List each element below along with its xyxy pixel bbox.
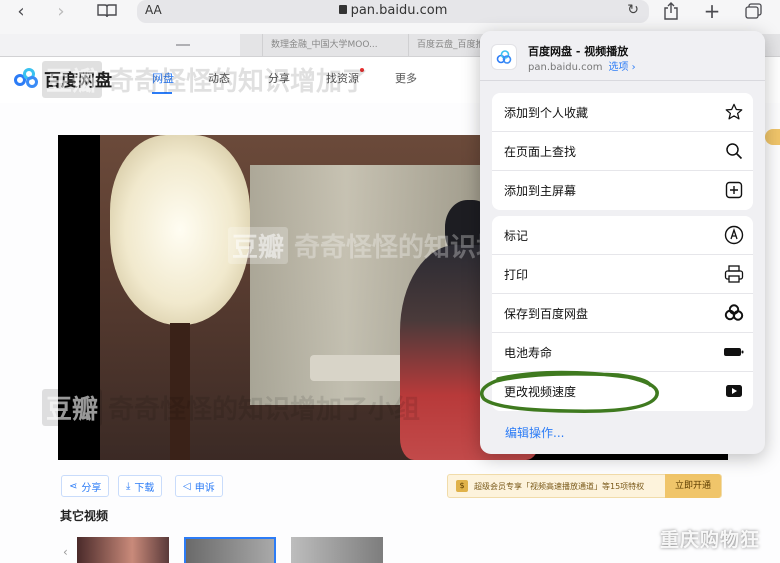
options-link[interactable]: 选项 › [608,62,635,73]
vip-badge-icon: $ [456,480,468,492]
tab-current[interactable] [0,34,240,56]
share-button[interactable]: ⋖ 分享 [61,475,110,497]
back-icon[interactable]: ‹ [12,0,30,22]
address-bar[interactable]: AA pan.baidu.com ↻ [137,0,649,23]
video-thumbnail[interactable] [77,537,169,563]
action-change-video-speed[interactable]: 更改视频速度 [492,372,753,411]
megaphone-icon: ◁ [183,480,191,492]
nav-more[interactable]: 更多 [395,70,417,86]
lock-icon [338,5,347,14]
download-button[interactable]: ⤓ 下载 [118,475,163,497]
search-icon [723,140,745,162]
watermark-top: 豆瓣 奇奇怪怪的知识增加了 [42,61,368,98]
action-battery-life[interactable]: 电池寿命 [492,333,753,372]
action-print[interactable]: 打印 [492,255,753,294]
vip-banner: $ 超级会员专享「视频高速播放通道」等15项特权 立即开通 [447,474,722,498]
video-thumbnail[interactable] [291,537,383,563]
tab-baidu[interactable]: 百度云盘_百度推... [408,34,480,56]
scroll-left-icon[interactable]: ‹ [63,545,68,559]
vip-text: 超级会员专享「视频高速播放通道」等15项特权 [474,481,645,491]
tabs-overview-icon[interactable] [744,0,764,22]
share-sheet-header: 百度网盘 - 视频播放 pan.baidu.com 选项 › [480,31,765,81]
printer-icon [723,263,745,285]
baidu-netdisk-icon [723,302,745,324]
tab-mooc[interactable]: 数理金融_中国大学MOO... [262,34,390,56]
action-markup[interactable]: 标记 [492,216,753,255]
forward-icon[interactable]: › [52,0,70,22]
action-group-2: 标记 打印 保存到百度网盘 电池寿命 更改视频速度 [492,216,753,411]
action-find-on-page[interactable]: 在页面上查找 [492,132,753,171]
action-group-1: 添加到个人收藏 在页面上查找 添加到主屏幕 [492,93,753,210]
watermark-bottom: 豆瓣 奇奇怪怪的知识增加了小组 [42,389,420,426]
corner-watermark: 重庆购物狂 [660,529,761,551]
vip-activate-button[interactable]: 立即开通 [665,474,721,498]
add-square-icon [723,179,745,201]
appeal-button[interactable]: ◁ 申诉 [175,475,223,497]
action-add-home-screen[interactable]: 添加到主屏幕 [492,171,753,210]
star-icon [723,101,745,123]
share-icon[interactable] [660,0,682,22]
baidu-netdisk-logo-icon [14,67,40,90]
url-text: pan.baidu.com [350,3,448,18]
markup-icon [723,224,745,246]
download-icon: ⤓ [126,480,131,492]
share-sheet: 百度网盘 - 视频播放 pan.baidu.com 选项 › 添加到个人收藏 在页… [480,31,765,454]
new-tab-icon[interactable]: + [702,0,722,23]
share-link-icon: ⋖ [69,480,78,492]
video-thumbnail[interactable] [184,537,276,563]
browser-toolbar: ‹ › AA pan.baidu.com ↻ + [0,0,780,34]
other-videos-title: 其它视频 [60,509,109,523]
battery-icon [723,341,745,363]
action-add-favorites[interactable]: 添加到个人收藏 [492,93,753,132]
play-icon [723,380,745,402]
edit-actions-link[interactable]: 编辑操作... [505,424,564,441]
action-save-baidu[interactable]: 保存到百度网盘 [492,294,753,333]
share-sheet-domain: pan.baidu.com 选项 › [528,62,636,73]
bookmarks-icon[interactable] [96,0,118,22]
site-favicon-icon [491,44,517,70]
share-sheet-title: 百度网盘 - 视频播放 [528,45,629,58]
vip-strip [765,129,780,145]
screen: { "browser": { "text_size_label": "AA", … [0,0,780,563]
reload-icon[interactable]: ↻ [627,2,639,18]
